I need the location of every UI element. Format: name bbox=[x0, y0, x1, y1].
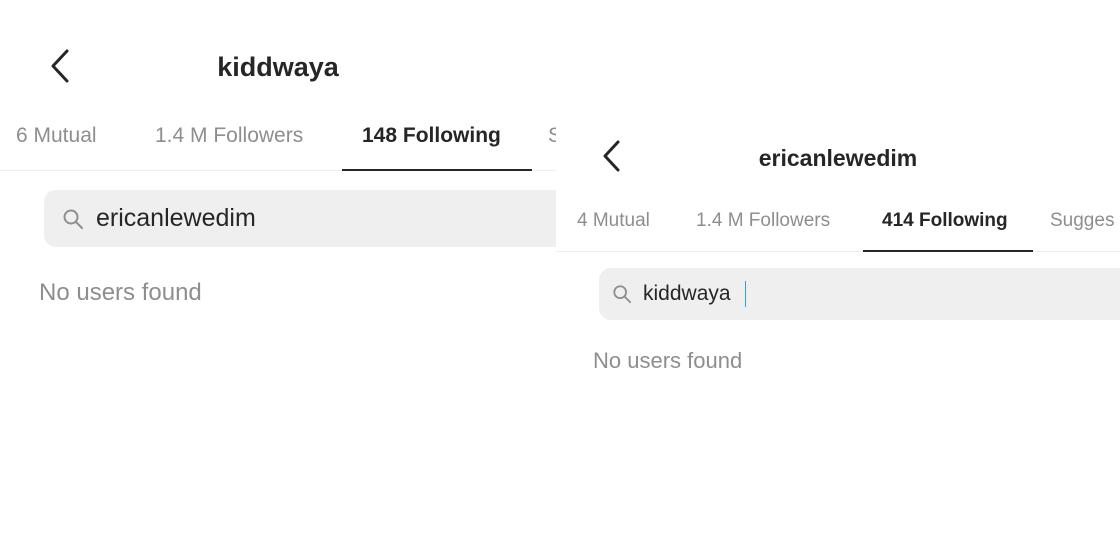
text-caret bbox=[745, 281, 746, 307]
search-query: ericanlewedim bbox=[96, 204, 256, 232]
search-query: kiddwaya bbox=[643, 282, 731, 305]
page-title: kiddwaya bbox=[217, 52, 339, 82]
tabs-bar: 6 Mutual 1.4 M Followers 148 Following S bbox=[0, 124, 556, 154]
active-tab-underline bbox=[342, 169, 532, 171]
tabs-bar: 4 Mutual 1.4 M Followers 414 Following S… bbox=[556, 210, 1120, 236]
no-results-message: No users found bbox=[39, 279, 202, 306]
tabs-divider bbox=[556, 251, 1120, 252]
tab-followers[interactable]: 1.4 M Followers bbox=[155, 124, 303, 148]
tab-mutual[interactable]: 6 Mutual bbox=[16, 124, 97, 148]
search-icon bbox=[63, 209, 83, 229]
tab-following[interactable]: 148 Following bbox=[362, 124, 501, 148]
page-title: ericanlewedim bbox=[758, 145, 918, 171]
active-tab-underline bbox=[863, 250, 1033, 252]
search-input[interactable]: ericanlewedim bbox=[44, 190, 556, 247]
right-screenshot-panel: ericanlewedim 4 Mutual 1.4 M Followers 4… bbox=[556, 0, 1120, 560]
search-input[interactable]: kiddwaya bbox=[599, 268, 1120, 320]
tab-following[interactable]: 414 Following bbox=[882, 210, 1008, 232]
search-icon bbox=[613, 285, 632, 304]
tab-suggested[interactable]: Sugges bbox=[1050, 210, 1114, 232]
tab-suggested[interactable]: S bbox=[548, 124, 556, 148]
tab-mutual[interactable]: 4 Mutual bbox=[577, 210, 650, 232]
tab-followers[interactable]: 1.4 M Followers bbox=[696, 210, 830, 232]
left-screenshot-panel: kiddwaya 6 Mutual 1.4 M Followers 148 Fo… bbox=[0, 0, 556, 560]
no-results-message: No users found bbox=[593, 348, 743, 373]
